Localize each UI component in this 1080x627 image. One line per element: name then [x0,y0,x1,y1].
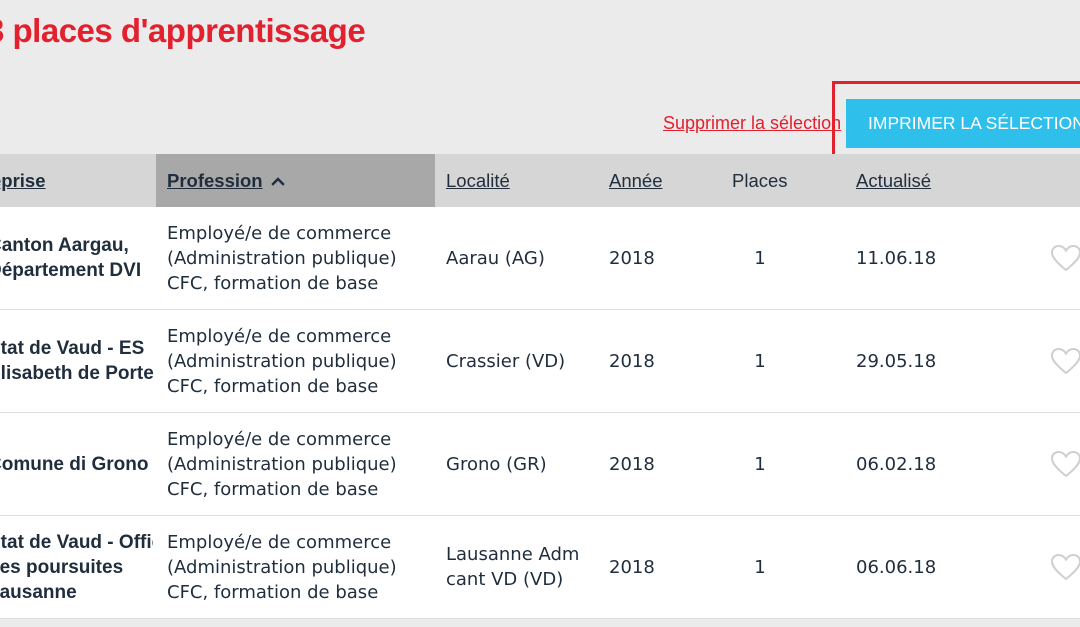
profession-cell-text: Employé/e de commerce (Administration pu… [167,325,397,397]
places-cell-text: 1 [754,556,766,578]
location-cell-text: Crassier (VD) [446,350,566,372]
year-cell-text: 2018 [609,350,655,372]
header-places: Places [732,169,788,191]
places-cell: 1 [732,310,788,412]
year-cell-text: 2018 [609,247,655,269]
table-row[interactable]: Etat de Vaud - ES Elisabeth de Portes Emp… [0,310,1080,413]
updated-cell: 29.05.18 [856,310,986,412]
header-updated[interactable]: Actualisé [856,154,931,207]
updated-cell-text: 11.06.18 [856,247,937,269]
profession-cell-text: Employé/e de commerce (Administration pu… [167,222,397,294]
updated-cell-text: 06.02.18 [856,453,937,475]
company-cell: Canton Aargau, Département DVI [0,207,153,309]
updated-cell-text: 29.05.18 [856,350,937,372]
profession-cell-text: Employé/e de commerce (Administration pu… [167,428,397,500]
company-cell-text: Etat de Vaud - Office des poursuites Lau… [0,531,153,603]
places-cell-text: 1 [754,350,766,372]
year-cell-text: 2018 [609,556,655,578]
table-header: Entreprise Profession Localité Année Pla… [0,154,1080,207]
year-cell-text: 2018 [609,453,655,475]
profession-cell: Employé/e de commerce (Administration pu… [167,310,437,412]
company-cell: Etat de Vaud - Office des poursuites Lau… [0,516,153,618]
header-year[interactable]: Année [609,154,663,207]
company-cell: Etat de Vaud - ES Elisabeth de Portes [0,310,153,412]
places-cell: 1 [732,207,788,309]
places-cell-text: 1 [754,453,766,475]
table-row[interactable]: Comune di Grono Employé/e de commerce (Ad… [0,413,1080,516]
location-cell-text: Aarau (AG) [446,247,545,269]
chevron-up-icon [270,176,285,186]
updated-cell: 06.06.18 [856,516,986,618]
year-cell: 2018 [609,413,689,515]
company-cell: Comune di Grono [0,413,153,515]
updated-cell-text: 06.06.18 [856,556,937,578]
places-cell-text: 1 [754,247,766,269]
table-row[interactable]: Canton Aargau, Département DVI Employé/e … [0,207,1080,310]
location-cell: Aarau (AG) [446,207,596,309]
page-title: 3 places d'apprentissage [0,12,366,49]
location-cell: Grono (GR) [446,413,596,515]
company-cell-text: Etat de Vaud - ES Elisabeth de Portes [0,338,153,384]
profession-cell-text: Employé/e de commerce (Administration pu… [167,531,397,603]
table-row[interactable]: Etat de Vaud - Office des poursuites Lau… [0,516,1080,619]
profession-cell: Employé/e de commerce (Administration pu… [167,207,437,309]
header-profession[interactable]: Profession [156,154,435,207]
heart-outline-icon[interactable] [1050,413,1080,515]
remove-selection-link[interactable]: Supprimer la sélection [663,113,841,134]
updated-cell: 11.06.18 [856,207,986,309]
location-cell: Crassier (VD) [446,310,596,412]
places-cell: 1 [732,516,788,618]
location-cell: Lausanne Adm cant VD (VD) [446,516,596,618]
print-selection-pdf-button[interactable]: IMPRIMER LA SÉLECTION PDF [846,99,1080,148]
profession-cell: Employé/e de commerce (Administration pu… [167,413,437,515]
heart-outline-icon[interactable] [1050,207,1080,309]
year-cell: 2018 [609,516,689,618]
location-cell-text: Lausanne Adm cant VD (VD) [446,544,580,590]
location-cell-text: Grono (GR) [446,453,547,475]
updated-cell: 06.02.18 [856,413,986,515]
table-body: Canton Aargau, Département DVI Employé/e … [0,207,1080,619]
heart-outline-icon[interactable] [1050,516,1080,618]
company-cell-text: Comune di Grono [0,453,149,475]
page: 3 places d'apprentissage Supprimer la sé… [0,0,1080,627]
profession-cell: Employé/e de commerce (Administration pu… [167,516,437,618]
header-profession-label: Profession [167,169,263,191]
header-location[interactable]: Localité [446,154,510,207]
company-cell-text: Canton Aargau, Département DVI [0,235,142,281]
heart-outline-icon[interactable] [1050,310,1080,412]
places-cell: 1 [732,413,788,515]
year-cell: 2018 [609,207,689,309]
header-company[interactable]: Entreprise [0,154,46,207]
year-cell: 2018 [609,310,689,412]
